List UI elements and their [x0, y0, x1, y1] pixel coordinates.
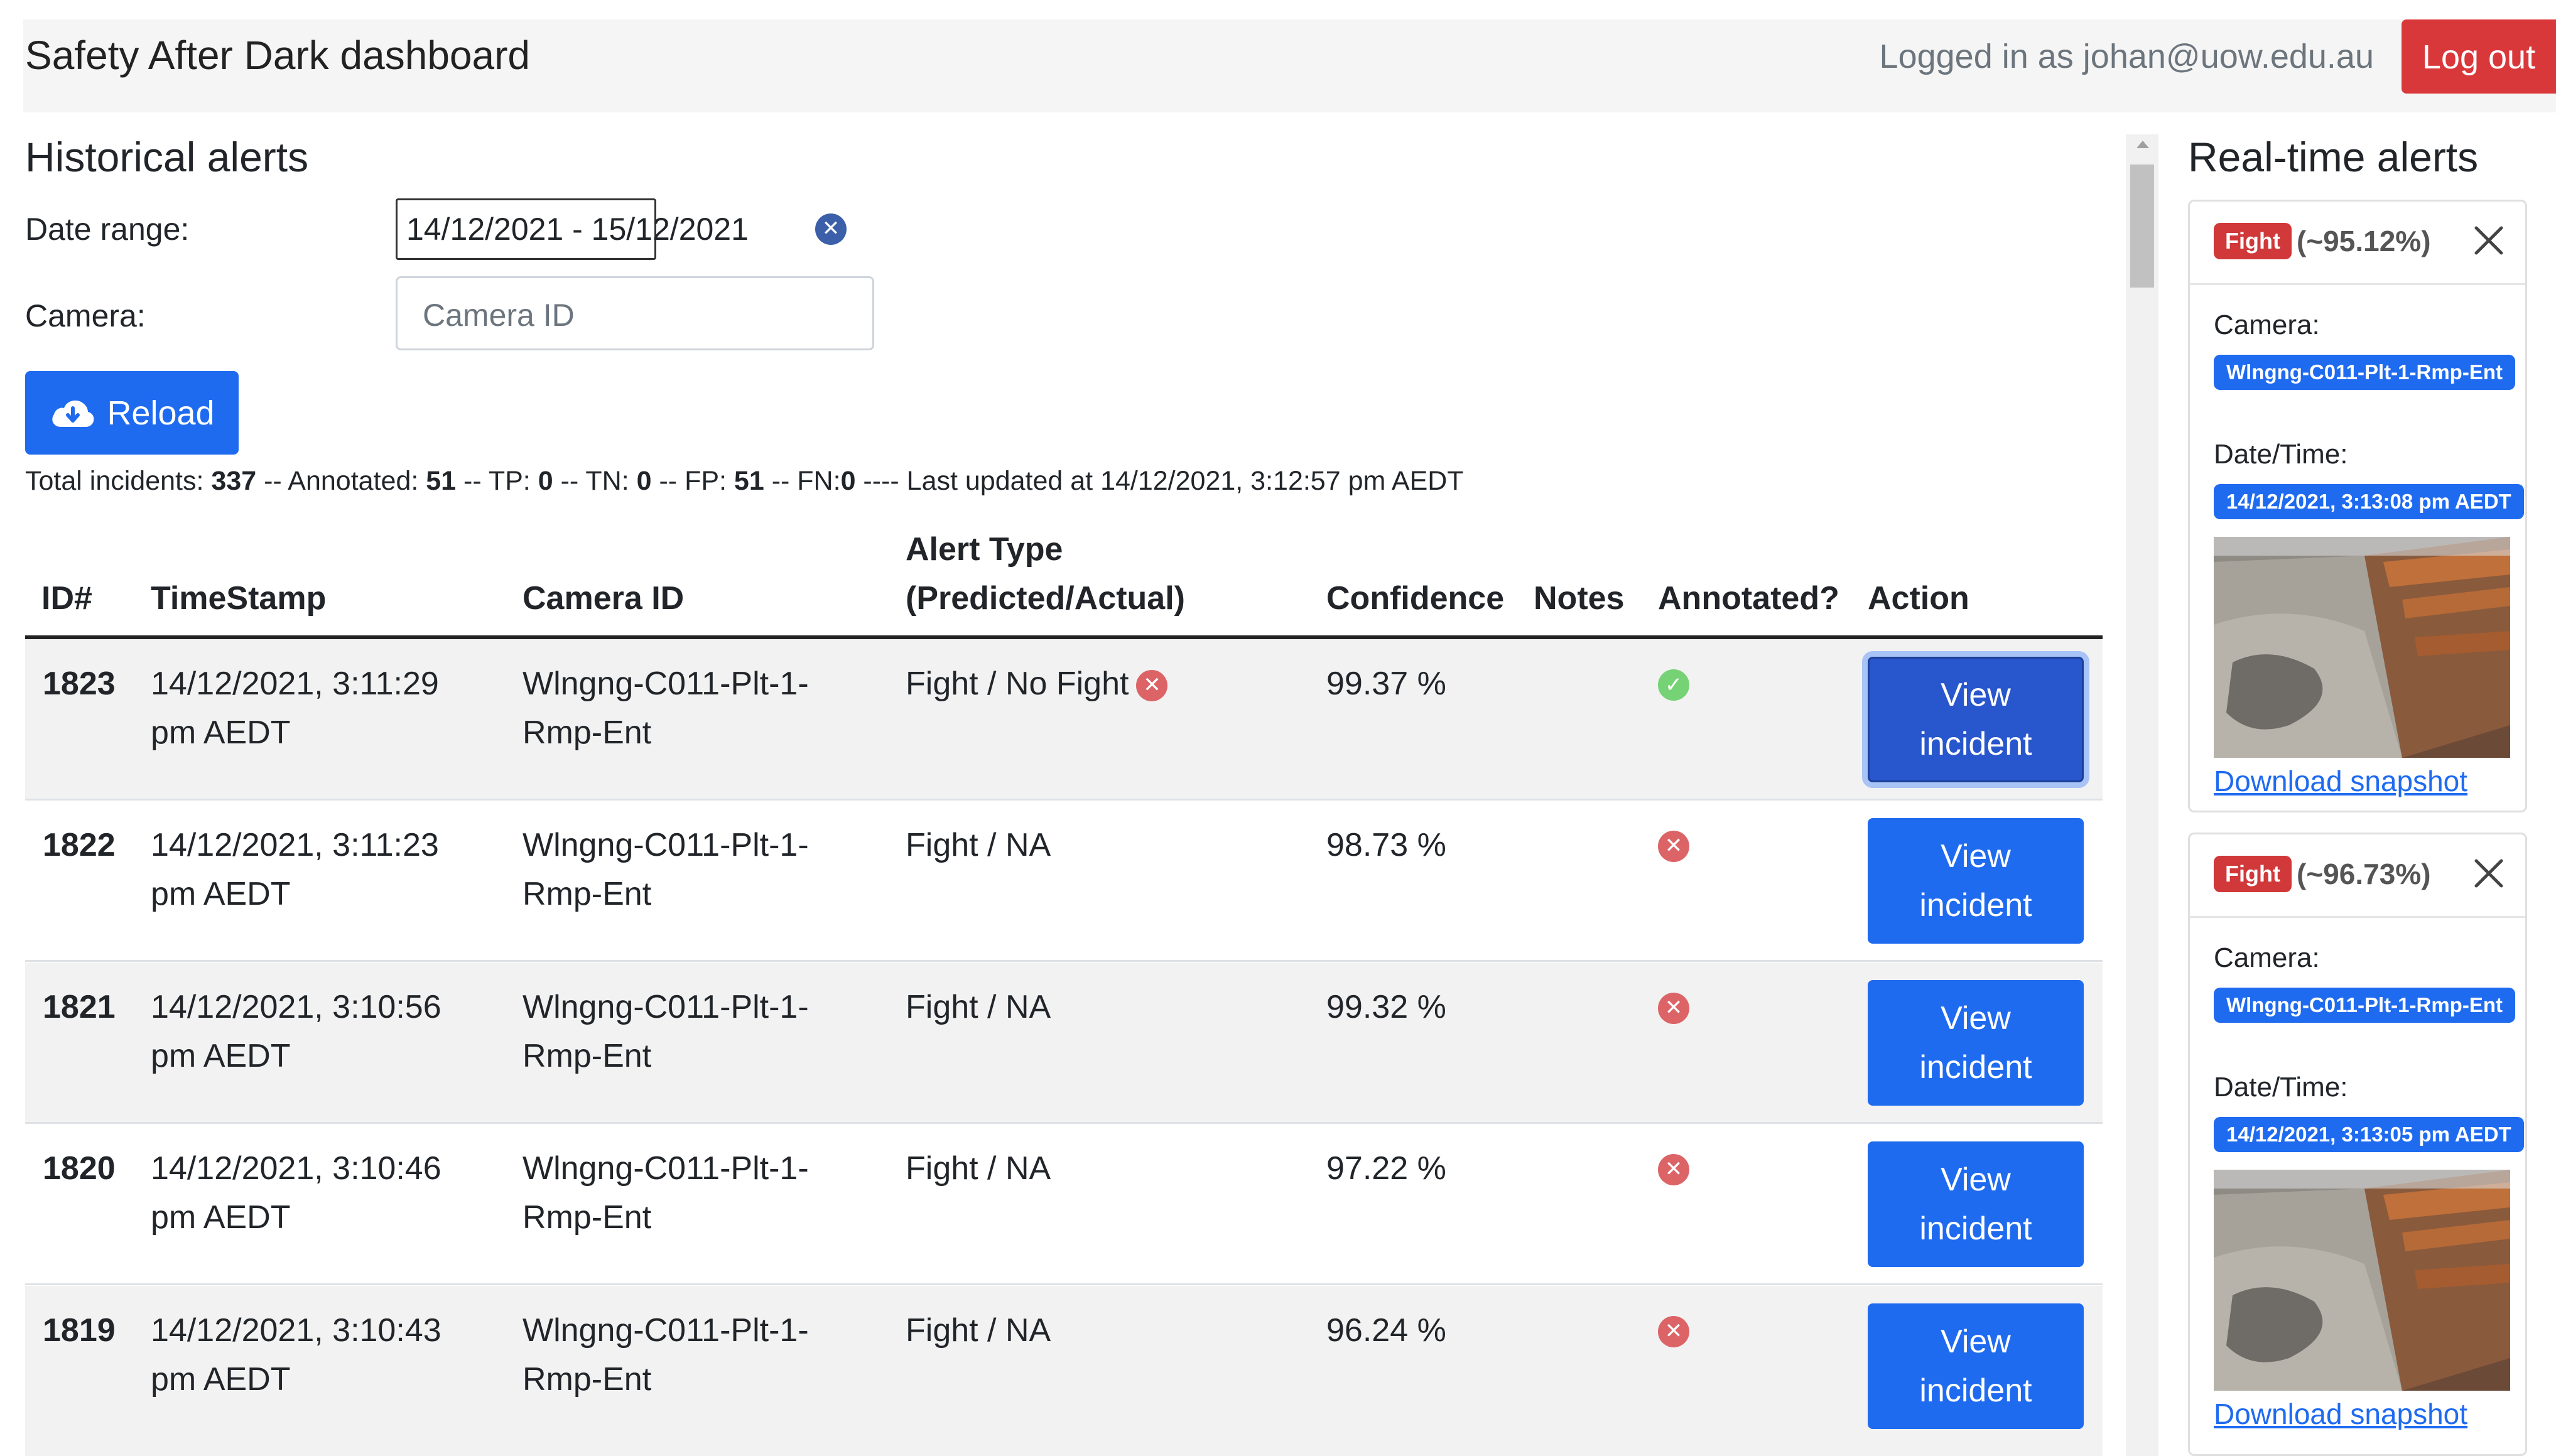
- incident-confidence: 96.24 %: [1326, 1312, 1446, 1349]
- alert-datetime-badge: 14/12/2021, 3:13:05 pm AEDT: [2214, 1117, 2524, 1152]
- column-header-confidence: Confidence: [1326, 580, 1505, 617]
- close-icon[interactable]: [2470, 855, 2508, 892]
- incident-camera: Wlngng-C011-Plt-1- Rmp-Ent: [523, 666, 809, 751]
- incident-id: 1820: [43, 1150, 116, 1187]
- alert-camera-badge: Wlngng-C011-Plt-1-Rmp-Ent: [2214, 355, 2515, 390]
- incident-timestamp: 14/12/2021, 3:11:29 pm AEDT: [151, 666, 439, 751]
- not-annotated-icon: ✕: [1658, 1154, 1689, 1185]
- realtime-alert-card: Fight (~95.12%) Camera: Wlngng-C011-Plt-…: [2188, 200, 2527, 812]
- logged-in-text: Logged in as johan@uow.edu.au: [1879, 38, 2374, 75]
- not-annotated-icon: ✕: [1658, 993, 1689, 1024]
- incident-camera: Wlngng-C011-Plt-1- Rmp-Ent: [523, 1150, 809, 1236]
- alert-camera-badge: Wlngng-C011-Plt-1-Rmp-Ent: [2214, 988, 2515, 1023]
- incident-alert-type: Fight / NA: [906, 1150, 1051, 1187]
- clear-date-icon[interactable]: ✕: [815, 213, 847, 245]
- incident-alert-type: Fight / No Fight ✕: [906, 659, 1168, 708]
- realtime-title: Real-time alerts: [2188, 134, 2479, 180]
- not-annotated-icon: ✕: [1658, 831, 1689, 862]
- incident-alert-type: Fight / NA: [906, 1312, 1051, 1349]
- logout-button[interactable]: Log out: [2402, 19, 2556, 94]
- incident-timestamp: 14/12/2021, 3:10:46 pm AEDT: [151, 1150, 441, 1236]
- alert-camera-label: Camera:: [2214, 942, 2320, 973]
- reload-button[interactable]: Reload: [25, 371, 239, 455]
- incident-camera: Wlngng-C011-Plt-1- Rmp-Ent: [523, 989, 809, 1074]
- incident-id: 1819: [43, 1312, 116, 1349]
- incident-summary: Total incidents: 337 -- Annotated: 51 --…: [25, 466, 1464, 496]
- incident-timestamp: 14/12/2021, 3:10:56 pm AEDT: [151, 989, 441, 1074]
- download-snapshot-link[interactable]: Download snapshot: [2214, 764, 2467, 798]
- column-header-action: Action: [1868, 580, 1969, 617]
- alert-confidence: (~95.12%): [2297, 225, 2431, 257]
- camera-id-input[interactable]: Camera ID: [396, 276, 874, 350]
- realtime-alert-card: Fight (~96.73%) Camera: Wlngng-C011-Plt-…: [2188, 833, 2527, 1456]
- annotated-check-icon: ✓: [1658, 669, 1689, 701]
- alert-type-badge: Fight: [2214, 856, 2292, 892]
- historical-title: Historical alerts: [25, 134, 309, 180]
- camera-snapshot-image: [2214, 537, 2510, 758]
- camera-snapshot-image: [2214, 1170, 2510, 1391]
- alert-camera-label: Camera:: [2214, 310, 2320, 340]
- column-header-notes: Notes: [1534, 580, 1625, 617]
- view-incident-button[interactable]: View incident: [1868, 1141, 2084, 1267]
- date-range-label: Date range:: [25, 212, 190, 247]
- incident-confidence: 97.22 %: [1326, 1150, 1446, 1187]
- column-header-timestamp: TimeStamp: [151, 580, 327, 617]
- table-row: 1823 14/12/2021, 3:11:29 pm AEDT Wlngng-C…: [25, 639, 2103, 801]
- incident-id: 1822: [43, 827, 116, 863]
- camera-label: Camera:: [25, 298, 146, 333]
- view-incident-button[interactable]: View incident: [1868, 657, 2084, 782]
- column-header-annotated: Annotated?: [1658, 580, 1839, 617]
- table-row: 1820 14/12/2021, 3:10:46 pm AEDT Wlngng-C…: [25, 1124, 2103, 1285]
- column-header-alert-type-sub: (Predicted/Actual): [906, 580, 1185, 617]
- incident-alert-type: Fight / NA: [906, 989, 1051, 1025]
- not-annotated-icon: ✕: [1658, 1316, 1689, 1347]
- alert-card-header: Fight (~96.73%): [2190, 834, 2525, 918]
- alert-card-header: Fight (~95.12%): [2190, 202, 2525, 285]
- table-row: 1821 14/12/2021, 3:10:56 pm AEDT Wlngng-C…: [25, 963, 2103, 1124]
- reload-label: Reload: [107, 394, 215, 432]
- incident-id: 1821: [43, 989, 116, 1025]
- table-row: 1822 14/12/2021, 3:11:23 pm AEDT Wlngng-C…: [25, 801, 2103, 962]
- alert-confidence: (~96.73%): [2297, 858, 2431, 890]
- incident-confidence: 99.32 %: [1326, 989, 1446, 1025]
- app-title: Safety After Dark dashboard: [25, 33, 530, 78]
- alert-type-badge: Fight: [2214, 223, 2292, 259]
- date-range-input[interactable]: 14/12/2021 - 15/12/2021: [396, 198, 749, 260]
- cloud-download-icon: [52, 400, 94, 427]
- incident-camera: Wlngng-C011-Plt-1- Rmp-Ent: [523, 1312, 809, 1398]
- view-incident-button[interactable]: View incident: [1868, 980, 2084, 1106]
- view-incident-button[interactable]: View incident: [1868, 1303, 2084, 1429]
- incident-timestamp: 14/12/2021, 3:10:43 pm AEDT: [151, 1312, 441, 1398]
- column-header-id: ID#: [41, 580, 92, 617]
- column-header-camera: Camera ID: [523, 580, 685, 617]
- download-snapshot-link[interactable]: Download snapshot: [2214, 1397, 2467, 1431]
- incident-confidence: 98.73 %: [1326, 827, 1446, 863]
- table-row: 1819 14/12/2021, 3:10:43 pm AEDT Wlngng-C…: [25, 1286, 2103, 1456]
- mismatch-icon: ✕: [1136, 670, 1168, 702]
- incident-timestamp: 14/12/2021, 3:11:23 pm AEDT: [151, 827, 439, 912]
- alert-datetime-badge: 14/12/2021, 3:13:08 pm AEDT: [2214, 484, 2524, 519]
- incident-alert-type: Fight / NA: [906, 827, 1051, 863]
- top-navbar: Safety After Dark dashboard Logged in as…: [23, 19, 2556, 112]
- alert-datetime-label: Date/Time:: [2214, 439, 2348, 470]
- incident-id: 1823: [43, 666, 116, 702]
- vertical-scrollbar[interactable]: [2126, 134, 2158, 1456]
- incident-camera: Wlngng-C011-Plt-1- Rmp-Ent: [523, 827, 809, 912]
- view-incident-button[interactable]: View incident: [1868, 818, 2084, 944]
- scrollbar-thumb[interactable]: [2130, 164, 2154, 288]
- scroll-up-arrow-icon[interactable]: [2136, 141, 2149, 148]
- alert-datetime-label: Date/Time:: [2214, 1072, 2348, 1103]
- close-icon[interactable]: [2470, 222, 2508, 259]
- incident-confidence: 99.37 %: [1326, 666, 1446, 702]
- column-header-alert-type: Alert Type: [906, 531, 1063, 568]
